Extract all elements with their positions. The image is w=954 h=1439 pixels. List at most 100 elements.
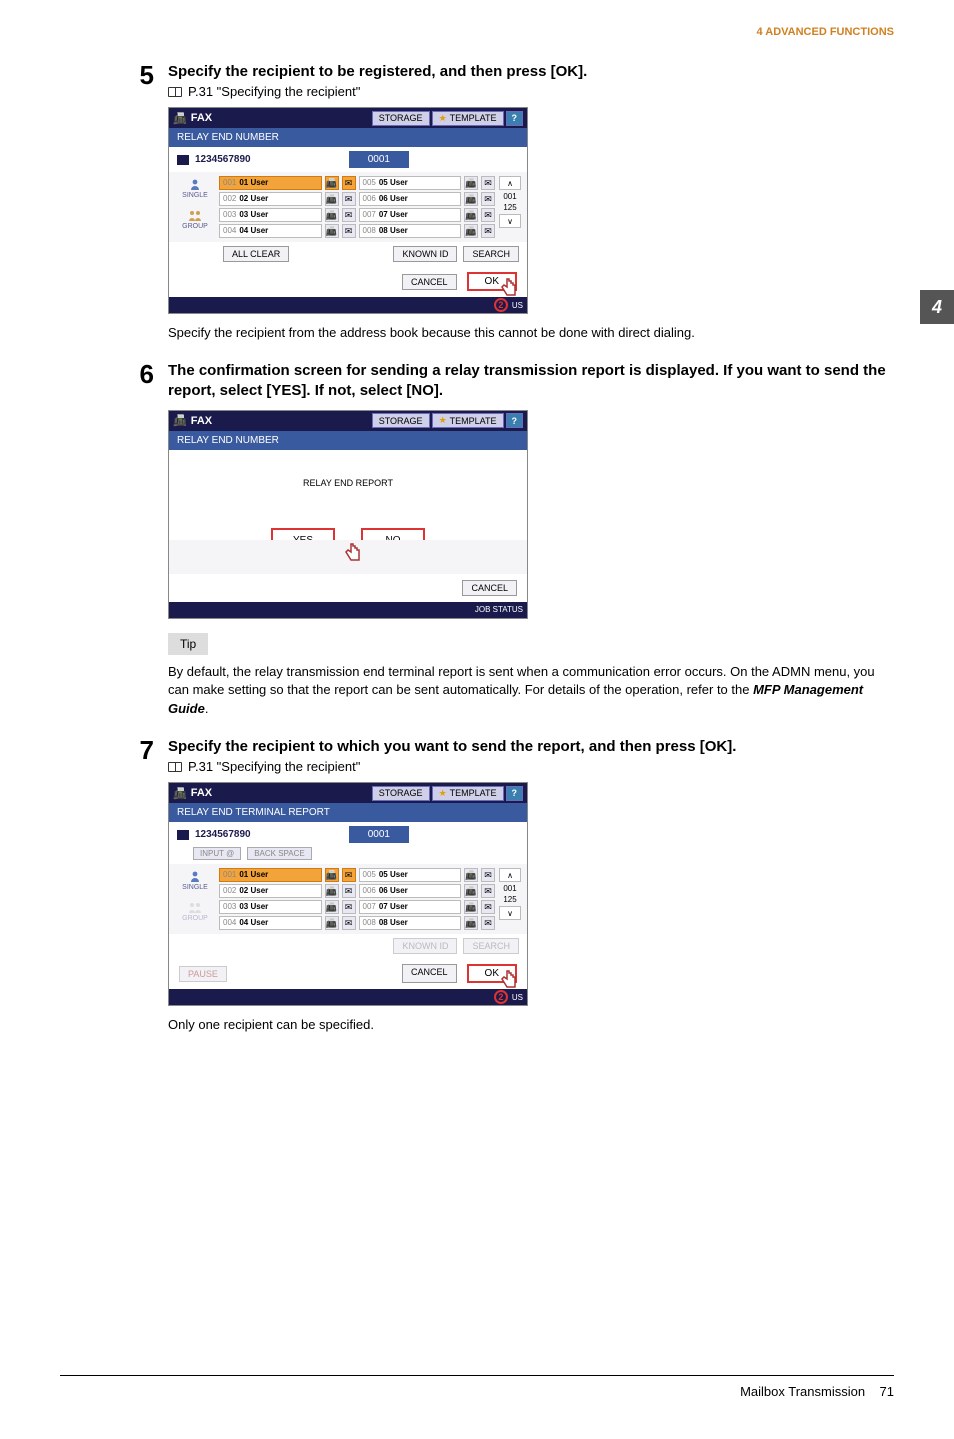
address-entry[interactable]: 00202 User: [219, 192, 322, 206]
single-mode-tab[interactable]: SINGLE: [175, 868, 215, 893]
mail-dest-icon[interactable]: ✉: [481, 208, 495, 222]
help-button[interactable]: ?: [506, 786, 524, 801]
address-entry[interactable]: 00606 User: [359, 884, 462, 898]
star-icon: ★: [439, 788, 447, 799]
known-id-button[interactable]: KNOWN ID: [393, 246, 457, 262]
mail-dest-icon[interactable]: ✉: [342, 176, 356, 190]
scroll-down-button[interactable]: ∨: [499, 906, 521, 920]
fax-dest-icon[interactable]: 📠: [464, 192, 478, 206]
cancel-button[interactable]: CANCEL: [402, 964, 457, 983]
ok-button[interactable]: OK: [467, 964, 517, 983]
cancel-button[interactable]: CANCEL: [402, 274, 457, 290]
page-start: 001: [503, 192, 516, 201]
address-entry[interactable]: 00606 User: [359, 192, 462, 206]
address-entry[interactable]: 00303 User: [219, 900, 322, 914]
fax-dest-icon[interactable]: 📠: [325, 868, 339, 882]
address-entry[interactable]: 00303 User: [219, 208, 322, 222]
fax-dest-icon[interactable]: 📠: [325, 192, 339, 206]
fax-dest-icon[interactable]: 📠: [325, 916, 339, 930]
mail-dest-icon[interactable]: ✉: [481, 224, 495, 238]
scroll-up-button[interactable]: ∧: [499, 868, 521, 882]
mail-dest-icon[interactable]: ✉: [481, 176, 495, 190]
mail-dest-icon[interactable]: ✉: [342, 208, 356, 222]
all-clear-button[interactable]: ALL CLEAR: [223, 246, 289, 262]
mail-dest-icon[interactable]: ✉: [342, 884, 356, 898]
dialog-prompt: RELAY END REPORT: [169, 450, 527, 488]
search-button[interactable]: SEARCH: [463, 246, 519, 262]
address-entry[interactable]: 00202 User: [219, 884, 322, 898]
mail-dest-icon[interactable]: ✉: [481, 916, 495, 930]
scroll-up-button[interactable]: ∧: [499, 176, 521, 190]
crossref-text: P.31 "Specifying the recipient": [188, 759, 360, 774]
fax-icon: 📠: [173, 787, 187, 800]
scroll-down-button[interactable]: ∨: [499, 214, 521, 228]
ok-button[interactable]: OK: [467, 272, 517, 291]
fax-dest-icon[interactable]: 📠: [325, 224, 339, 238]
fax-dest-icon[interactable]: 📠: [325, 900, 339, 914]
step5-note: Specify the recipient from the address b…: [168, 324, 894, 343]
fax-dest-icon[interactable]: 📠: [464, 916, 478, 930]
address-entry[interactable]: 00505 User: [359, 868, 462, 882]
fax-dest-icon[interactable]: 📠: [464, 900, 478, 914]
mail-dest-icon[interactable]: ✉: [342, 916, 356, 930]
crossref-text: P.31 "Specifying the recipient": [188, 84, 360, 99]
template-button[interactable]: ★TEMPLATE: [432, 786, 504, 801]
address-book-area: SINGLE GROUP 00101 User 📠 ✉ 00505 User 📠…: [169, 172, 527, 242]
mail-dest-icon[interactable]: ✉: [342, 868, 356, 882]
status-text: US: [512, 301, 523, 310]
mail-dest-icon[interactable]: ✉: [342, 900, 356, 914]
step-number: 7: [130, 737, 154, 774]
step-number: 6: [130, 361, 154, 402]
address-entry[interactable]: 00808 User: [359, 224, 462, 238]
fax-dest-icon[interactable]: 📠: [325, 208, 339, 222]
fax-dest-icon[interactable]: 📠: [325, 884, 339, 898]
storage-button[interactable]: STORAGE: [372, 413, 430, 428]
fax-dest-icon[interactable]: 📠: [464, 868, 478, 882]
pointer-hand-icon: [499, 969, 521, 991]
step-crossref: P.31 "Specifying the recipient": [168, 84, 894, 99]
screen-title: FAX: [191, 112, 212, 124]
mail-dest-icon[interactable]: ✉: [342, 224, 356, 238]
step-title: Specify the recipient to which you want …: [168, 737, 894, 757]
address-entry[interactable]: 00404 User: [219, 916, 322, 930]
address-entry[interactable]: 00101 User: [219, 868, 322, 882]
group-mode-tab[interactable]: GROUP: [175, 207, 215, 232]
mail-dest-icon[interactable]: ✉: [342, 192, 356, 206]
step-number: 5: [130, 62, 154, 99]
ok-label: OK: [485, 968, 499, 979]
fax-dest-icon[interactable]: 📠: [464, 176, 478, 190]
job-status-text: JOB STATUS: [475, 605, 523, 614]
address-entry[interactable]: 00707 User: [359, 900, 462, 914]
address-entry[interactable]: 00808 User: [359, 916, 462, 930]
step-7: 7 Specify the recipient to which you wan…: [130, 737, 894, 774]
fax-dest-icon[interactable]: 📠: [464, 224, 478, 238]
status-text: US: [512, 993, 523, 1002]
person-icon: [189, 870, 201, 882]
template-button[interactable]: ★TEMPLATE: [432, 413, 504, 428]
star-icon: ★: [439, 415, 447, 426]
fax-dest-icon[interactable]: 📠: [464, 884, 478, 898]
storage-button[interactable]: STORAGE: [372, 786, 430, 801]
cancel-button[interactable]: CANCEL: [462, 580, 517, 596]
address-book-area: SINGLE GROUP 00101 User 📠 ✉ 00505 User 📠…: [169, 864, 527, 934]
address-entry[interactable]: 00707 User: [359, 208, 462, 222]
address-entry[interactable]: 00404 User: [219, 224, 322, 238]
fax-dest-icon[interactable]: 📠: [325, 176, 339, 190]
mail-dest-icon[interactable]: ✉: [481, 868, 495, 882]
back-space-button[interactable]: BACK SPACE: [247, 847, 312, 860]
address-entry[interactable]: 00505 User: [359, 176, 462, 190]
tip-label: Tip: [168, 633, 208, 655]
single-mode-tab[interactable]: SINGLE: [175, 176, 215, 201]
template-button[interactable]: ★TEMPLATE: [432, 111, 504, 126]
mail-dest-icon[interactable]: ✉: [481, 884, 495, 898]
help-button[interactable]: ?: [506, 413, 524, 428]
chapter-side-tab: 4: [920, 290, 954, 324]
address-entry[interactable]: 00101 User: [219, 176, 322, 190]
storage-button[interactable]: STORAGE: [372, 111, 430, 126]
fax-dest-icon[interactable]: 📠: [464, 208, 478, 222]
mail-dest-icon[interactable]: ✉: [481, 192, 495, 206]
help-button[interactable]: ?: [506, 111, 524, 126]
input-at-button[interactable]: INPUT @: [193, 847, 241, 860]
mail-dest-icon[interactable]: ✉: [481, 900, 495, 914]
group-label: GROUP: [182, 223, 208, 230]
